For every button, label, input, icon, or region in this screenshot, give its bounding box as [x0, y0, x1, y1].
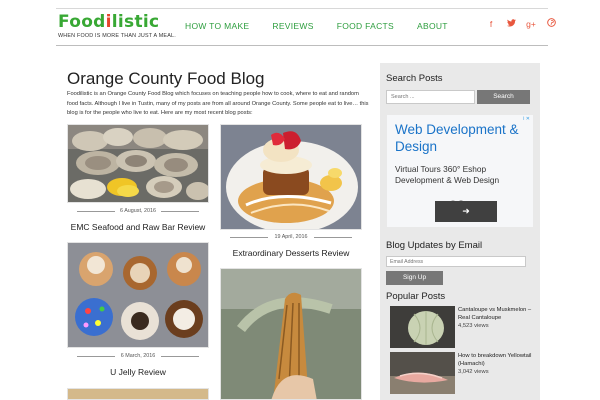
email-heading: Blog Updates by Email [386, 240, 483, 251]
post-card[interactable]: 6 March, 2016 U Jelly Review [67, 242, 209, 382]
post-thumbnail[interactable] [67, 388, 209, 400]
post-title[interactable]: EMC Seafood and Raw Bar Review [67, 222, 209, 232]
ad-title[interactable]: Web Development & Design [395, 121, 530, 155]
popular-post-thumbnail[interactable] [390, 352, 455, 394]
post-card[interactable]: 6 August, 2016 EMC Seafood and Raw Bar R… [67, 124, 209, 236]
popular-post-views: 3,042 views [458, 369, 489, 375]
intro-paragraph: Foodilistic is an Orange County Food Blo… [67, 91, 369, 116]
post-date: 19 April, 2016 [220, 234, 362, 240]
email-field[interactable] [386, 256, 526, 267]
post-thumbnail-donuts[interactable] [67, 242, 209, 348]
post-title[interactable]: U Jelly Review [67, 367, 209, 377]
popular-post-item[interactable]: Cantaloupe vs Muskmelon – Real Cantaloup… [390, 306, 535, 350]
twitter-icon[interactable] [506, 18, 516, 30]
nav-about[interactable]: ABOUT [417, 21, 448, 31]
post-title[interactable]: Extraordinary Desserts Review [220, 248, 362, 258]
post-thumbnail-dessert[interactable] [220, 124, 362, 230]
site-logo[interactable]: Foodilistic WHEN FOOD IS MORE THAN JUST … [58, 12, 176, 43]
popular-post-item[interactable]: How to breakdown Yellowtail (Hamachi) 3,… [390, 352, 535, 396]
post-date: 6 March, 2016 [67, 353, 209, 359]
ad-banner[interactable]: i ✕ Web Development & Design Virtual Tou… [387, 115, 533, 227]
header-top-divider [56, 8, 548, 9]
search-heading: Search Posts [386, 73, 443, 84]
logo-wordmark: Foodilistic [58, 12, 160, 32]
pinterest-icon[interactable] [546, 18, 556, 30]
search-button[interactable]: Search [477, 90, 530, 104]
post-card[interactable]: 19 April, 2016 Extraordinary Desserts Re… [220, 124, 362, 258]
post-card[interactable] [220, 268, 362, 400]
popular-post-thumbnail[interactable] [390, 306, 455, 348]
popular-heading: Popular Posts [386, 291, 446, 302]
nav-how-to-make[interactable]: HOW TO MAKE [185, 21, 249, 31]
facebook-icon[interactable]: f [486, 18, 496, 30]
header-bottom-divider [56, 45, 548, 46]
page-title: Orange County Food Blog [67, 69, 265, 88]
google-plus-icon[interactable]: g+ [526, 18, 536, 30]
main-nav: HOW TO MAKE REVIEWS FOOD FACTS ABOUT [185, 21, 471, 31]
post-thumbnail-oysters[interactable] [67, 124, 209, 203]
logo-tagline: WHEN FOOD IS MORE THAN JUST A MEAL. [58, 33, 176, 39]
ad-subtitle: Virtual Tours 360° Eshop Development & W… [395, 164, 500, 185]
post-thumbnail-churro[interactable] [220, 268, 362, 400]
sidebar: Search Posts Search i ✕ Web Development … [380, 63, 540, 400]
signup-button[interactable]: Sign Up [386, 271, 443, 285]
popular-post-title[interactable]: Cantaloupe vs Muskmelon – Real Cantaloup… [458, 306, 538, 322]
nav-reviews[interactable]: REVIEWS [272, 21, 313, 31]
nav-food-facts[interactable]: FOOD FACTS [337, 21, 394, 31]
search-input[interactable] [386, 90, 475, 104]
popular-post-views: 4,523 views [458, 323, 489, 329]
post-card[interactable] [67, 388, 209, 400]
ad-arrow-button[interactable]: ➜ [435, 201, 497, 222]
post-date: 6 August, 2016 [67, 208, 209, 214]
popular-post-title[interactable]: How to breakdown Yellowtail (Hamachi) [458, 352, 538, 368]
social-links: f g+ [486, 18, 556, 30]
